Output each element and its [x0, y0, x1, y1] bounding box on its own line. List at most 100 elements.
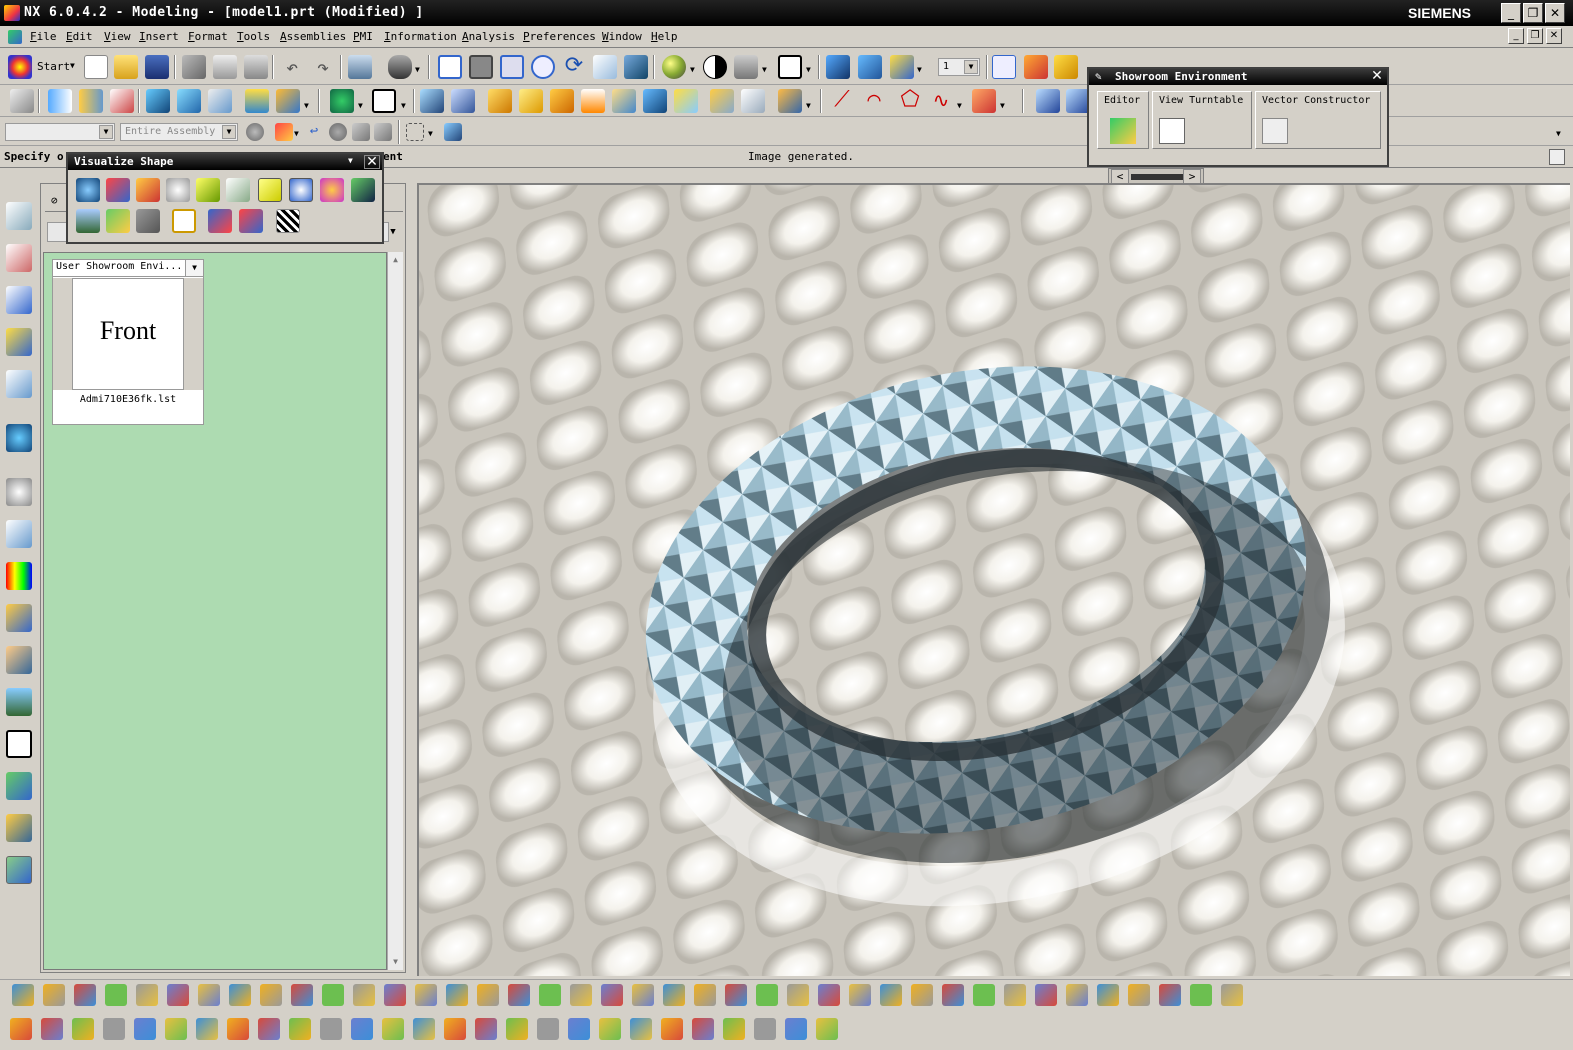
dropdown-icon[interactable]: ▼ [806, 66, 814, 74]
toolbar-options-icon[interactable]: ▼ [348, 156, 353, 165]
show-hide-icon[interactable] [444, 123, 462, 141]
bottom-tool-icon[interactable] [1190, 984, 1212, 1006]
doc-close-button[interactable]: ✕ [1546, 28, 1562, 44]
bottom-tool-icon[interactable] [570, 984, 592, 1006]
bottom-tool-icon[interactable] [849, 984, 871, 1006]
graphics-window[interactable] [417, 183, 1570, 976]
type-filter-combo[interactable]: ▼ [5, 123, 115, 141]
render-icon[interactable] [208, 209, 232, 233]
environment-thumbnail[interactable]: Front [72, 278, 184, 390]
bottom-tool-icon[interactable] [568, 1018, 590, 1040]
color-swatch-icon[interactable] [778, 55, 802, 79]
bottom-tool-icon[interactable] [632, 984, 654, 1006]
part-navigator-icon[interactable] [10, 89, 34, 113]
menu-file[interactable]: File [30, 30, 57, 43]
process-studio-icon[interactable] [6, 562, 32, 590]
new-file-icon[interactable] [84, 55, 108, 79]
art-appearance-icon[interactable] [239, 209, 263, 233]
selection-arrow-icon[interactable]: ↩ [305, 123, 323, 141]
unite-icon[interactable] [643, 89, 667, 113]
hole-icon[interactable] [420, 89, 444, 113]
web-browser-icon[interactable] [6, 424, 32, 452]
bottom-tool-icon[interactable] [539, 984, 561, 1006]
menu-assemblies[interactable]: Assemblies [280, 30, 346, 43]
bottom-tool-icon[interactable] [816, 1018, 838, 1040]
point-icon[interactable] [330, 89, 354, 113]
full-screen-icon[interactable] [1549, 149, 1565, 165]
background-icon[interactable] [734, 55, 758, 79]
menu-tools[interactable]: Tools [237, 30, 270, 43]
bottom-tool-icon[interactable] [1221, 984, 1243, 1006]
revolve-icon[interactable] [79, 89, 103, 113]
vector-constructor-button[interactable]: Vector Constructor [1255, 91, 1381, 149]
selection-scope-combo[interactable]: Entire Assembly ▼ [120, 123, 238, 141]
user-camera-icon[interactable] [289, 178, 313, 202]
bottom-tool-icon[interactable] [103, 1018, 125, 1040]
rectangle-icon[interactable] [372, 89, 396, 113]
bottom-tool-icon[interactable] [506, 1018, 528, 1040]
scene-icon[interactable] [76, 209, 100, 233]
bottom-tool-icon[interactable] [136, 984, 158, 1006]
visualize-shape-title[interactable]: Visualize Shape [68, 154, 382, 170]
bottom-tool-icon[interactable] [508, 984, 530, 1006]
bottom-tool-icon[interactable] [818, 984, 840, 1006]
transform-icon[interactable] [858, 55, 882, 79]
snap-settings-icon[interactable] [275, 123, 293, 141]
menu-format[interactable]: Format [188, 30, 228, 43]
bottom-tool-icon[interactable] [630, 1018, 652, 1040]
dropdown-icon[interactable]: ▼ [428, 130, 436, 138]
dropdown-icon[interactable]: ▼ [401, 102, 409, 110]
dropdown-icon[interactable]: ▼ [304, 102, 312, 110]
light-icon[interactable] [196, 178, 220, 202]
bottom-tool-icon[interactable] [601, 984, 623, 1006]
bottom-tool-icon[interactable] [754, 1018, 776, 1040]
bottom-tool-icon[interactable] [196, 1018, 218, 1040]
menu-preferences[interactable]: Preferences [523, 30, 596, 43]
boss-icon[interactable] [451, 89, 475, 113]
view-turntable-button[interactable]: View Turntable [1152, 91, 1252, 149]
command-finder-icon[interactable] [348, 55, 372, 79]
bottom-tool-icon[interactable] [167, 984, 189, 1006]
bottom-tool-icon[interactable] [382, 1018, 404, 1040]
dropdown-icon[interactable]: ▼ [358, 102, 366, 110]
move-object-icon[interactable] [826, 55, 850, 79]
bottom-tool-icon[interactable] [1004, 984, 1026, 1006]
display-mode-icon[interactable] [703, 55, 727, 79]
filter-settings-icon[interactable] [246, 123, 264, 141]
bottom-tool-icon[interactable] [258, 1018, 280, 1040]
bottom-tool-icon[interactable] [351, 1018, 373, 1040]
material-editor-icon[interactable] [106, 178, 130, 202]
zoom-in-out-icon[interactable] [531, 55, 555, 79]
redo-icon[interactable]: ↷ [311, 55, 335, 79]
navigator-scrollbar[interactable]: ▲ ▼ [387, 252, 403, 970]
bottom-tool-icon[interactable] [12, 984, 34, 1006]
system-materials-icon[interactable] [6, 520, 32, 548]
high-quality-image-icon[interactable] [351, 178, 375, 202]
bottom-tool-icon[interactable] [1097, 984, 1119, 1006]
studio-render-icon[interactable] [166, 178, 190, 202]
bottom-tool-icon[interactable] [289, 1018, 311, 1040]
bottom-tool-icon[interactable] [475, 1018, 497, 1040]
lights-editor-icon[interactable] [226, 178, 250, 202]
part-navigator-tab-icon[interactable] [6, 286, 32, 314]
bottom-tool-icon[interactable] [41, 1018, 63, 1040]
bottom-tool-icon[interactable] [10, 1018, 32, 1040]
showroom-light-icon[interactable] [258, 178, 282, 202]
zoom-icon[interactable] [500, 55, 524, 79]
select-body-icon[interactable] [374, 123, 392, 141]
shell-icon[interactable] [550, 89, 574, 113]
dropdown-icon[interactable]: ▼ [957, 102, 965, 110]
start-icon[interactable] [8, 55, 32, 79]
copy-icon[interactable] [213, 55, 237, 79]
bottom-tool-icon[interactable] [72, 1018, 94, 1040]
bottom-tool-icon[interactable] [723, 1018, 745, 1040]
bottom-tool-icon[interactable] [787, 984, 809, 1006]
menu-analysis[interactable]: Analysis [462, 30, 515, 43]
cone-icon[interactable] [208, 89, 232, 113]
dropdown-icon[interactable]: ▼ [690, 66, 698, 74]
deselect-icon[interactable] [329, 123, 347, 141]
scroll-up-icon[interactable]: ▲ [388, 252, 403, 268]
paste-icon[interactable] [244, 55, 268, 79]
pin-icon[interactable]: ⊘ [51, 194, 65, 208]
menu-information[interactable]: Information [384, 30, 457, 43]
